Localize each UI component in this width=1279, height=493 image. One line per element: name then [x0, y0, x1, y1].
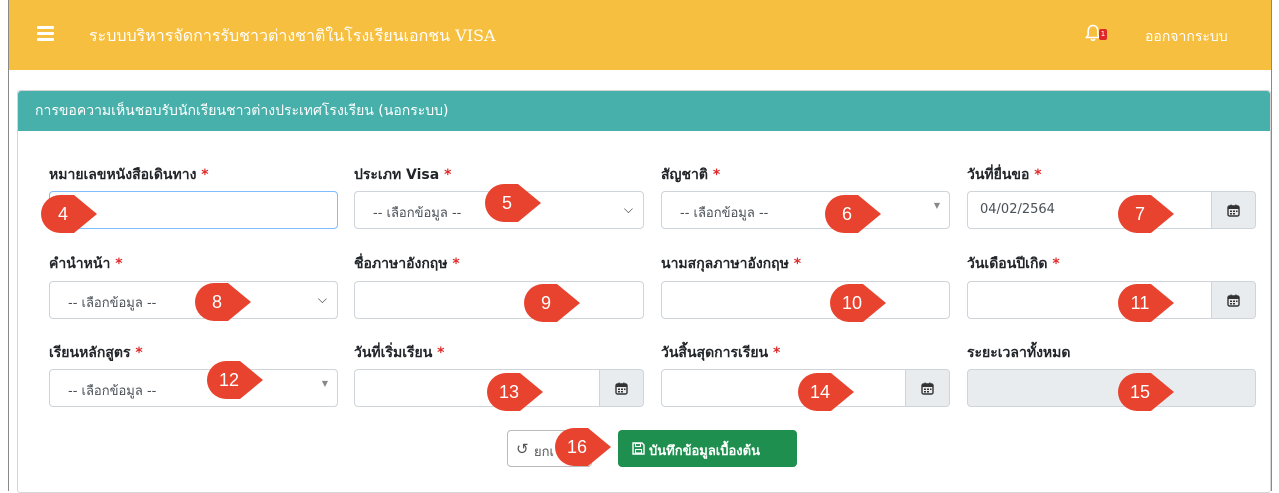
form-card: การขอความเห็นชอบรับนักเรียนชาวต่างประเทศ…	[17, 90, 1271, 493]
start-date-label: วันที่เริ่มเรียน *	[354, 345, 445, 361]
end-date-label: วันสิ้นสุดการเรียน *	[661, 345, 781, 361]
annotation-marker-9: 9	[524, 284, 582, 322]
floppy-disk-icon	[632, 442, 645, 455]
top-navbar: ระบบบริหารจัดการรับชาวต่างชาติในโรงเรียน…	[9, 0, 1271, 70]
annotation-marker-15: 15	[1118, 373, 1176, 411]
chevron-down-icon: ⌵	[317, 292, 327, 306]
visa-type-label: ประเภท Visa *	[354, 167, 452, 183]
card-header: การขอความเห็นชอบรับนักเรียนชาวต่างประเทศ…	[18, 91, 1270, 131]
request-date-group: 04/02/2564	[967, 191, 1256, 229]
annotation-marker-7: 7	[1118, 195, 1176, 233]
total-duration-label: ระยะเวลาทั้งหมด	[967, 345, 1071, 361]
notification-badge: 1	[1099, 29, 1107, 40]
last-name-en-label: นามสกุลภาษาอังกฤษ *	[661, 256, 802, 272]
birth-date-group	[967, 281, 1256, 319]
first-name-en-label: ชื่อภาษาอังกฤษ *	[354, 256, 460, 272]
calendar-icon[interactable]	[600, 369, 644, 407]
annotation-marker-11: 11	[1118, 284, 1176, 322]
nationality-select[interactable]: -- เลือกข้อมูล -- ▼	[661, 191, 950, 229]
calendar-icon[interactable]	[906, 369, 950, 407]
annotation-marker-8: 8	[195, 283, 253, 321]
save-button-label: บันทึกข้อมูลเบื้องต้น	[649, 444, 760, 459]
annotation-marker-10: 10	[830, 284, 888, 322]
annotation-marker-16: 16	[555, 428, 613, 466]
caret-down-icon: ▼	[321, 379, 328, 388]
chevron-down-icon: ⌵	[623, 202, 633, 216]
first-name-en-input[interactable]	[354, 281, 644, 319]
total-duration-field	[967, 369, 1256, 407]
undo-icon: ↺	[516, 440, 529, 458]
last-name-en-input[interactable]	[661, 281, 950, 319]
end-date-input[interactable]	[661, 369, 906, 407]
hamburger-icon[interactable]	[37, 26, 54, 41]
start-date-input[interactable]	[354, 369, 600, 407]
passport-label: หมายเลขหนังสือเดินทาง *	[49, 167, 209, 183]
course-label: เรียนหลักสูตร *	[49, 345, 143, 361]
birth-date-label: วันเดือนปีเกิด *	[967, 256, 1060, 272]
caret-down-icon: ▼	[933, 201, 940, 210]
calendar-icon[interactable]	[1212, 281, 1256, 319]
calendar-icon[interactable]	[1212, 191, 1256, 229]
prefix-select[interactable]: -- เลือกข้อมูล -- ⌵	[49, 281, 338, 319]
annotation-marker-6: 6	[825, 195, 883, 233]
prefix-label: คำนำหน้า *	[49, 256, 123, 272]
nationality-label: สัญชาติ *	[661, 167, 721, 183]
annotation-marker-5: 5	[485, 184, 543, 222]
logout-link[interactable]: ออกจากระบบ	[1145, 26, 1228, 48]
request-date-label: วันที่ยื่นขอ *	[967, 167, 1042, 183]
save-button[interactable]: บันทึกข้อมูลเบื้องต้น	[618, 430, 797, 467]
annotation-marker-12: 12	[207, 361, 265, 399]
annotation-marker-4: 4	[41, 195, 99, 233]
course-select[interactable]: -- เลือกข้อมูล -- ▼	[49, 369, 338, 407]
annotation-marker-13: 13	[487, 373, 545, 411]
app-title: ระบบบริหารจัดการรับชาวต่างชาติในโรงเรียน…	[89, 26, 496, 45]
app-window: ระบบบริหารจัดการรับชาวต่างชาติในโรงเรียน…	[8, 0, 1272, 493]
reset-button-label: ยกเ	[534, 445, 554, 460]
annotation-marker-14: 14	[798, 373, 856, 411]
